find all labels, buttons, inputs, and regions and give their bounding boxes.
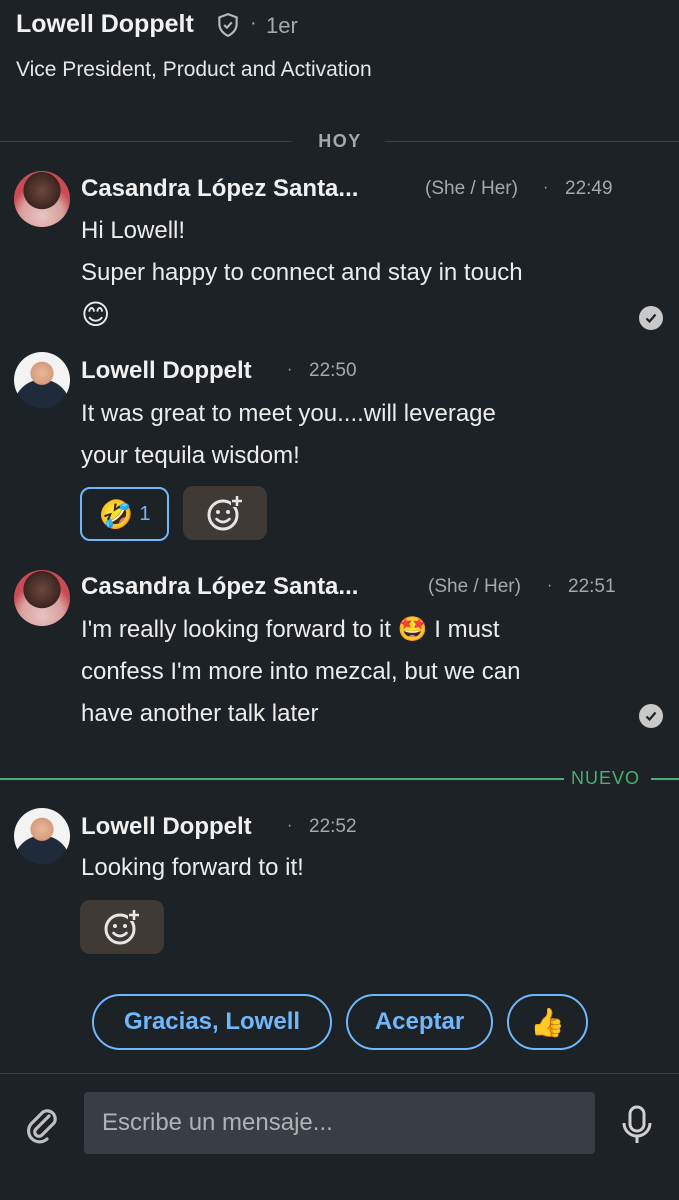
message-line: Super happy to connect and stay in touch bbox=[81, 259, 523, 286]
contact-headline: Vice President, Product and Activation bbox=[16, 58, 372, 81]
reaction-pill[interactable]: 🤣 1 bbox=[80, 487, 169, 541]
message-sender-name[interactable]: Casandra López Santa... bbox=[81, 175, 358, 203]
add-reaction-icon bbox=[207, 495, 243, 531]
message-sender-name[interactable]: Lowell Doppelt bbox=[81, 813, 252, 841]
message-line: It was great to meet you....will leverag… bbox=[81, 400, 496, 427]
sender-pronouns: (She / Her) bbox=[428, 576, 521, 597]
connection-degree: 1er bbox=[266, 13, 298, 38]
message-sender-name[interactable]: Casandra López Santa... bbox=[81, 573, 358, 601]
separator-dot: · bbox=[543, 179, 549, 196]
separator-dot: · bbox=[287, 817, 293, 834]
paperclip-icon[interactable] bbox=[22, 1104, 62, 1144]
conversation-contact-name[interactable]: Lowell Doppelt bbox=[16, 10, 194, 39]
avatar[interactable] bbox=[14, 570, 70, 626]
microphone-icon[interactable] bbox=[620, 1104, 654, 1146]
verified-shield-icon bbox=[218, 13, 238, 38]
message-timestamp: 22:52 bbox=[309, 816, 357, 837]
add-reaction-icon bbox=[104, 909, 140, 945]
message-sender-name[interactable]: Lowell Doppelt bbox=[81, 357, 252, 385]
separator-dot: · bbox=[547, 577, 553, 594]
separator-dot: · bbox=[287, 361, 293, 378]
date-divider-label: HOY bbox=[318, 131, 362, 151]
avatar[interactable] bbox=[14, 171, 70, 227]
date-divider-line-right bbox=[385, 141, 679, 142]
message-line: have another talk later bbox=[81, 700, 319, 727]
seen-check-icon bbox=[639, 704, 663, 728]
add-reaction-button[interactable] bbox=[80, 900, 164, 954]
message-input[interactable] bbox=[84, 1092, 595, 1154]
message-timestamp: 22:50 bbox=[309, 360, 357, 381]
new-messages-label: NUEVO bbox=[571, 768, 641, 788]
message-line: Looking forward to it! bbox=[81, 854, 304, 881]
new-messages-line-right bbox=[651, 778, 679, 780]
message-timestamp: 22:49 bbox=[565, 178, 613, 199]
message-timestamp: 22:51 bbox=[568, 576, 616, 597]
message-line: Hi Lowell! bbox=[81, 217, 186, 244]
sender-pronouns: (She / Her) bbox=[425, 178, 518, 199]
message-line: confess I'm more into mezcal, but we can bbox=[81, 658, 521, 685]
date-divider-line-left bbox=[0, 141, 292, 142]
message-emoji: 😊 bbox=[81, 299, 111, 330]
new-messages-line-left bbox=[0, 778, 564, 780]
header-separator-dot: · bbox=[250, 12, 257, 34]
quick-reply-thanks[interactable]: Gracias, Lowell bbox=[92, 994, 332, 1050]
composer-divider bbox=[0, 1073, 679, 1074]
reaction-count: 1 bbox=[139, 502, 151, 525]
quick-reply-thumbs-up[interactable]: 👍 bbox=[507, 994, 588, 1050]
add-reaction-button[interactable] bbox=[183, 486, 267, 540]
seen-check-icon bbox=[639, 306, 663, 330]
avatar[interactable] bbox=[14, 352, 70, 408]
avatar[interactable] bbox=[14, 808, 70, 864]
message-line: I'm really looking forward to it 🤩 I mus… bbox=[81, 616, 500, 643]
quick-reply-accept[interactable]: Aceptar bbox=[346, 994, 493, 1050]
reaction-emoji: 🤣 bbox=[98, 498, 134, 530]
message-line: your tequila wisdom! bbox=[81, 442, 300, 469]
